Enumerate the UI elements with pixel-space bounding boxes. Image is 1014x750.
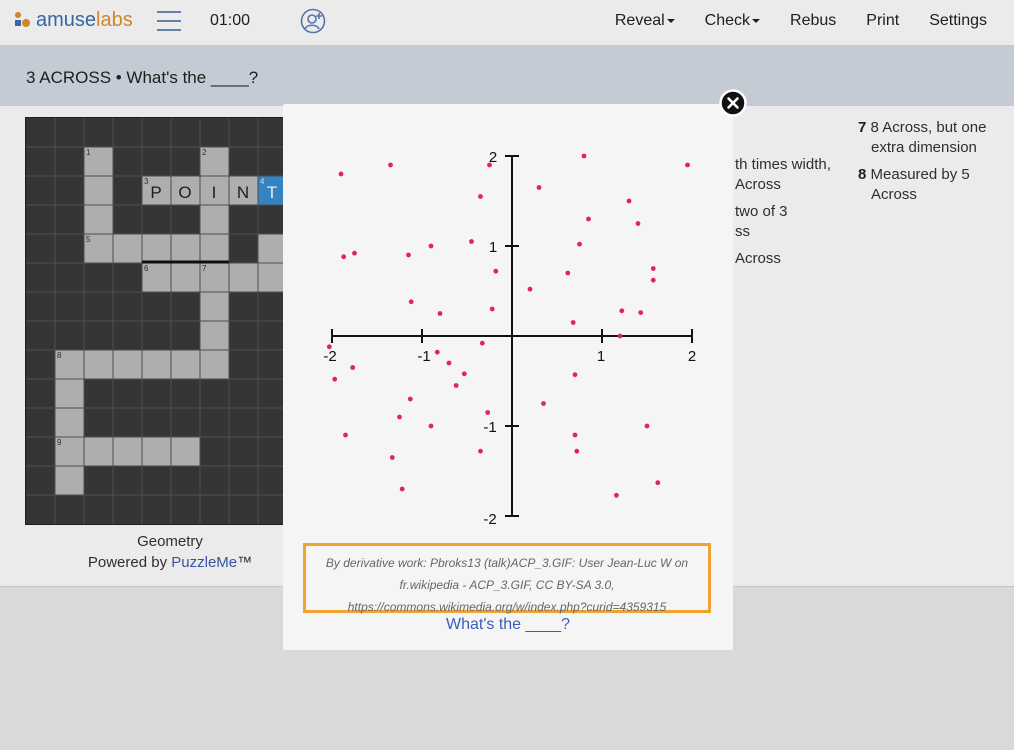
scatter-chart: -2 -1 1 2 2 1 -1 -2	[323, 149, 696, 528]
scatter-point	[350, 365, 356, 370]
credit-line: By derivative work: Pbroks13 (talk)ACP_3…	[325, 556, 689, 570]
scatter-point	[338, 171, 344, 177]
credit-link[interactable]: https://commons.wikimedia.org/w/index.ph…	[348, 600, 667, 614]
scatter-point	[581, 153, 587, 159]
scatter-point	[487, 162, 492, 168]
scatter-point	[572, 432, 578, 438]
scatter-point	[617, 333, 623, 339]
scatter-point	[586, 216, 591, 222]
scatter-point	[469, 239, 474, 244]
scatter-point	[479, 340, 485, 346]
image-credit: By derivative work: Pbroks13 (talk)ACP_3…	[303, 543, 711, 614]
y-tick-label: -1	[483, 419, 496, 436]
scatter-point	[485, 410, 491, 415]
scatter-point	[389, 455, 395, 460]
scatter-point	[655, 480, 661, 486]
scatter-point	[428, 423, 434, 429]
scatter-point	[407, 396, 413, 402]
scatter-point	[478, 194, 483, 199]
scatter-point	[536, 185, 542, 190]
scatter-point	[565, 270, 571, 276]
scatter-point	[453, 383, 459, 388]
scatter-point	[434, 349, 440, 355]
scatter-point	[527, 286, 533, 292]
scatter-point	[428, 243, 434, 249]
scatter-point	[626, 198, 632, 204]
scatter-point	[332, 376, 338, 382]
scatter-point	[341, 254, 347, 260]
scatter-point	[397, 414, 402, 420]
scatter-point	[461, 371, 467, 377]
scatter-point	[478, 448, 483, 454]
scatter-point	[635, 221, 641, 226]
scatter-point	[577, 241, 582, 247]
scatter-point	[489, 306, 495, 312]
scatter-point	[650, 277, 656, 283]
scatter-point	[343, 432, 348, 438]
scatter-point	[399, 486, 405, 492]
y-tick-label: 1	[489, 239, 497, 256]
y-tick-label: -2	[483, 511, 496, 528]
scatter-point	[326, 344, 332, 350]
modal-clue-link[interactable]: What's the ____?	[283, 616, 733, 634]
scatter-point	[437, 311, 443, 316]
scatter-point	[408, 299, 414, 305]
scatter-point	[644, 423, 650, 429]
scatter-point	[541, 401, 546, 406]
scatter-point	[493, 268, 499, 274]
scatter-point	[572, 372, 578, 378]
x-tick-label: 2	[688, 348, 696, 365]
scatter-point	[352, 250, 357, 256]
x-tick-label: 1	[597, 348, 605, 365]
close-icon[interactable]	[719, 89, 747, 117]
credit-line: fr.wikipedia - ACP_3.GIF, CC BY-SA 3.0,	[399, 578, 615, 592]
scatter-point	[650, 266, 656, 271]
x-tick-label: -2	[323, 348, 336, 365]
scatter-point	[638, 310, 644, 315]
scatter-point	[406, 252, 411, 258]
scatter-point	[446, 360, 452, 366]
scatter-point	[574, 448, 580, 454]
scatter-point	[388, 162, 393, 168]
scatter-point	[614, 492, 619, 498]
scatter-point	[570, 320, 576, 325]
scatter-point	[685, 162, 690, 168]
x-tick-label: -1	[417, 348, 430, 365]
scatter-point	[619, 308, 625, 314]
